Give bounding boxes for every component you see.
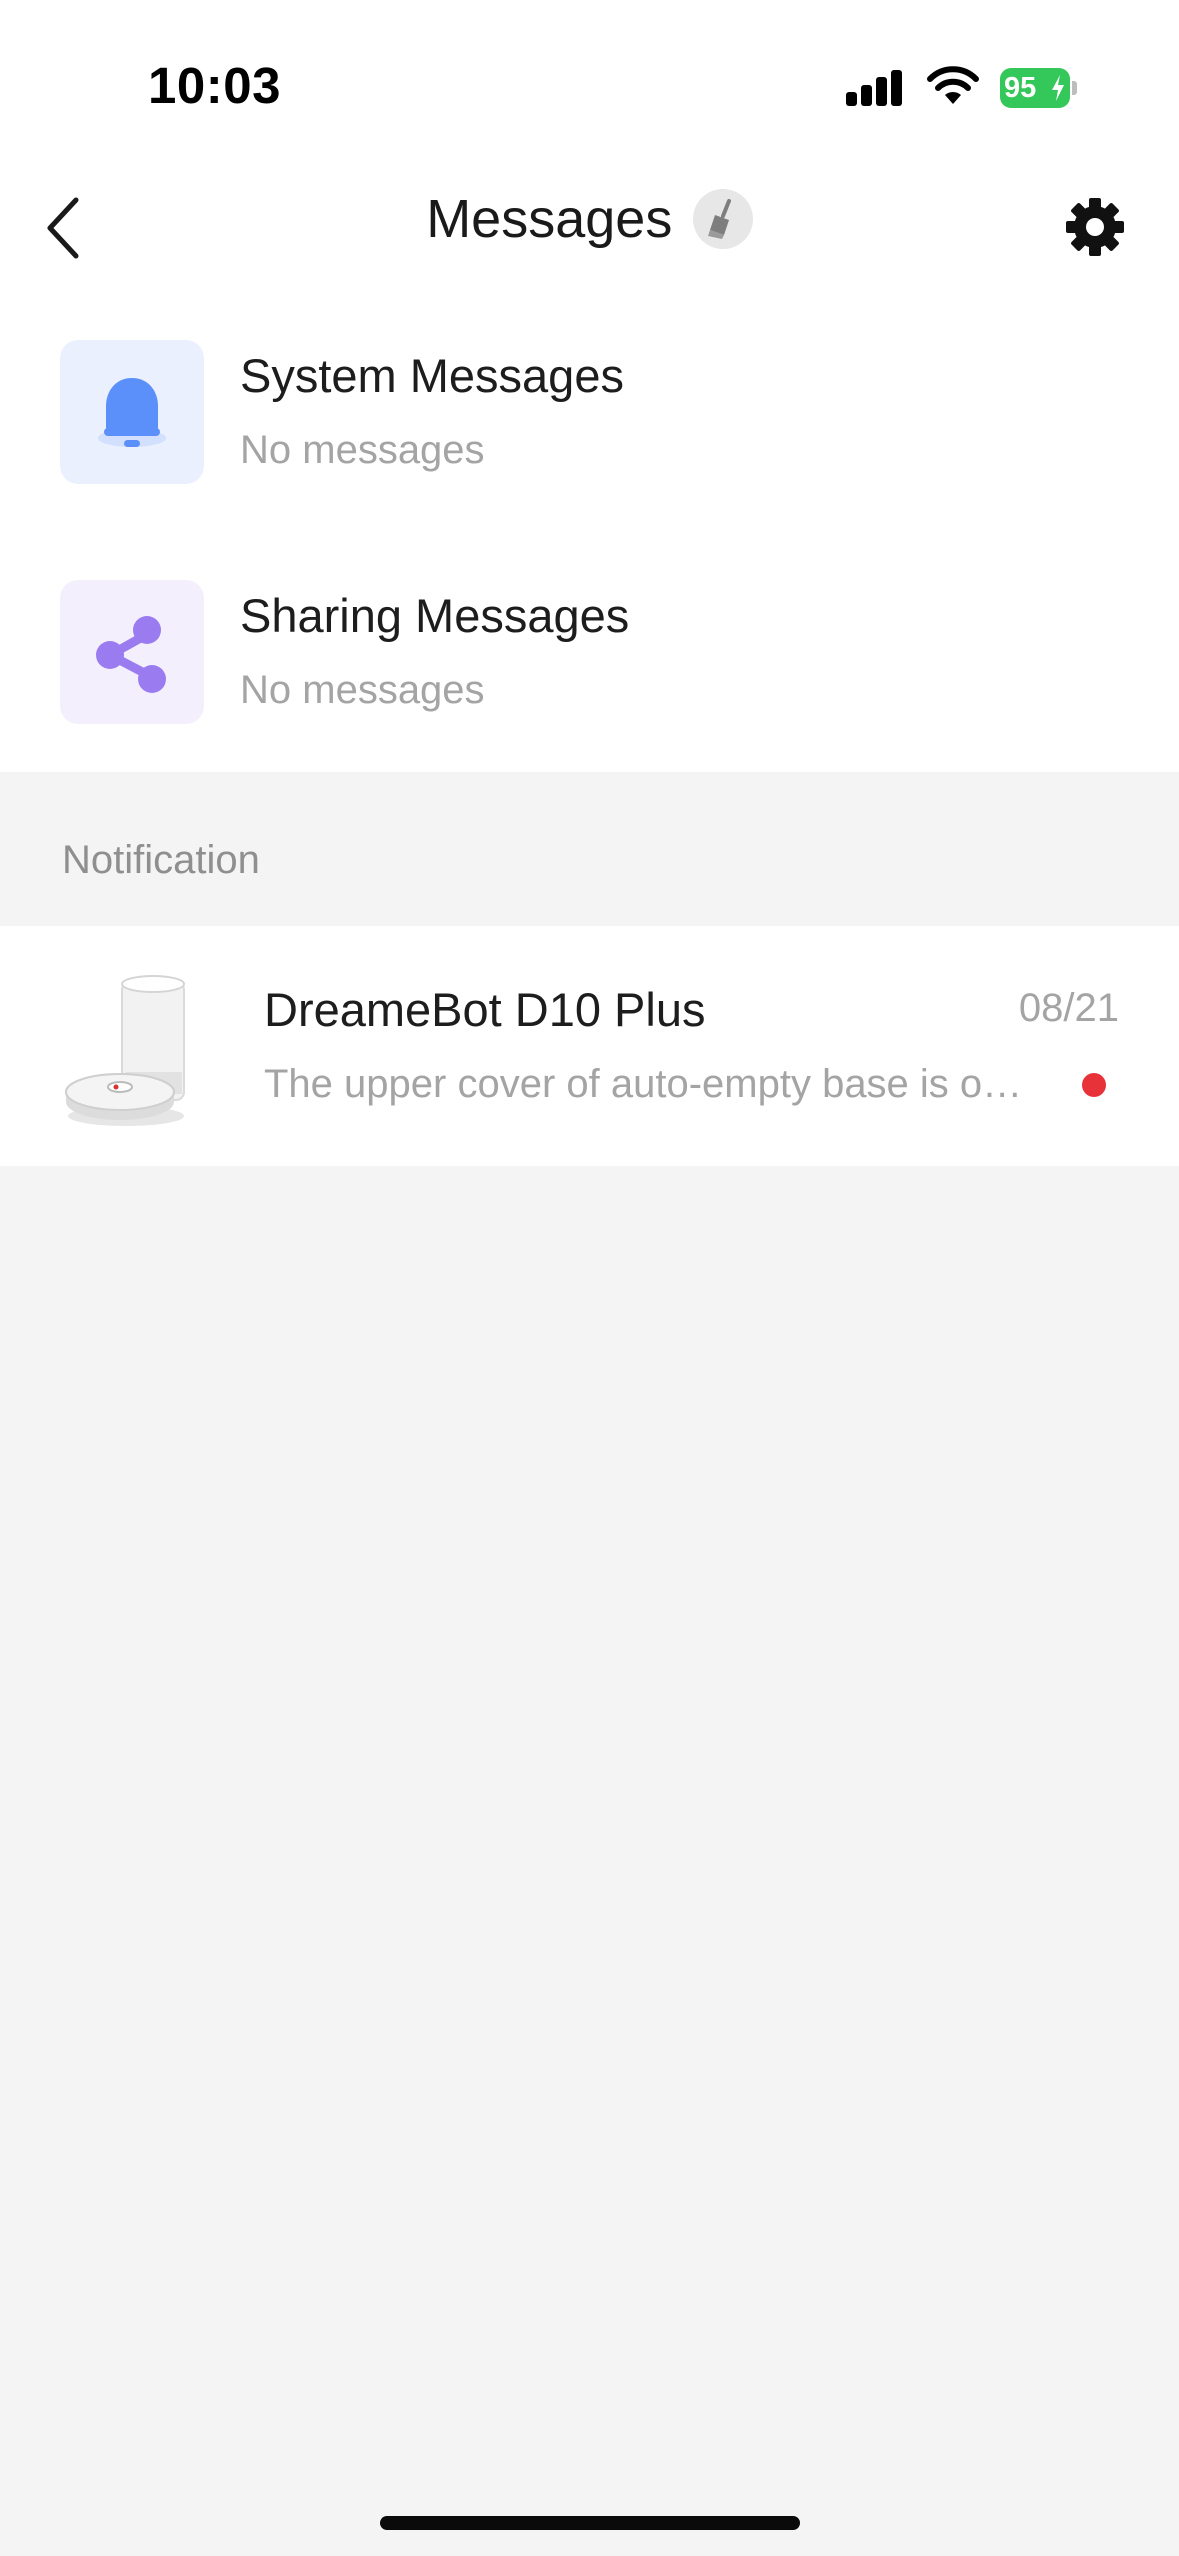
charging-bolt-icon: [1052, 75, 1064, 101]
title-group: Messages: [0, 188, 1179, 250]
clear-messages-button[interactable]: [692, 189, 753, 249]
wifi-icon: [927, 66, 979, 104]
notification-list: DreameBot D10 Plus 08/21 The upper cover…: [0, 926, 1179, 1166]
battery-level: 95: [1004, 72, 1037, 104]
device-name: DreameBot D10 Plus: [264, 983, 706, 1036]
bell-icon: [98, 378, 166, 447]
system-messages-row[interactable]: System Messages No messages: [0, 300, 1179, 520]
battery-body: 95: [1000, 68, 1070, 108]
message-categories: System Messages No messages Sharing Mess…: [0, 300, 1179, 772]
system-messages-icon-box: [60, 340, 204, 484]
system-messages-title: System Messages: [240, 349, 624, 402]
notification-section-label: Notification: [62, 838, 260, 882]
nav-header: Messages: [0, 150, 1179, 300]
robot-vacuum-image: [65, 975, 185, 1126]
notification-preview: The upper cover of auto-empty base is op…: [264, 1062, 1034, 1106]
page-title: Messages: [426, 189, 673, 249]
notification-date: 08/21: [1018, 986, 1119, 1030]
battery-cap: [1072, 81, 1077, 95]
share-icon: [96, 616, 166, 693]
battery-indicator: 95: [1000, 68, 1077, 108]
home-indicator[interactable]: [380, 2516, 800, 2530]
unread-dot: [1082, 1073, 1106, 1097]
status-bar: 10:03 95: [0, 0, 1179, 150]
system-messages-subtitle: No messages: [240, 428, 485, 472]
cellular-signal-icon: [846, 70, 904, 106]
sharing-messages-title: Sharing Messages: [240, 589, 630, 642]
notification-item[interactable]: DreameBot D10 Plus 08/21 The upper cover…: [0, 926, 1179, 1166]
sharing-messages-subtitle: No messages: [240, 668, 485, 712]
sharing-messages-row[interactable]: Sharing Messages No messages: [0, 540, 1179, 760]
messages-screen: 10:03 95 Messages System Messages No mes…: [0, 0, 1179, 2556]
broom-icon: [707, 199, 731, 239]
settings-gear-button[interactable]: [1064, 196, 1126, 258]
sharing-messages-icon-box: [60, 580, 204, 724]
status-time: 10:03: [148, 57, 281, 114]
